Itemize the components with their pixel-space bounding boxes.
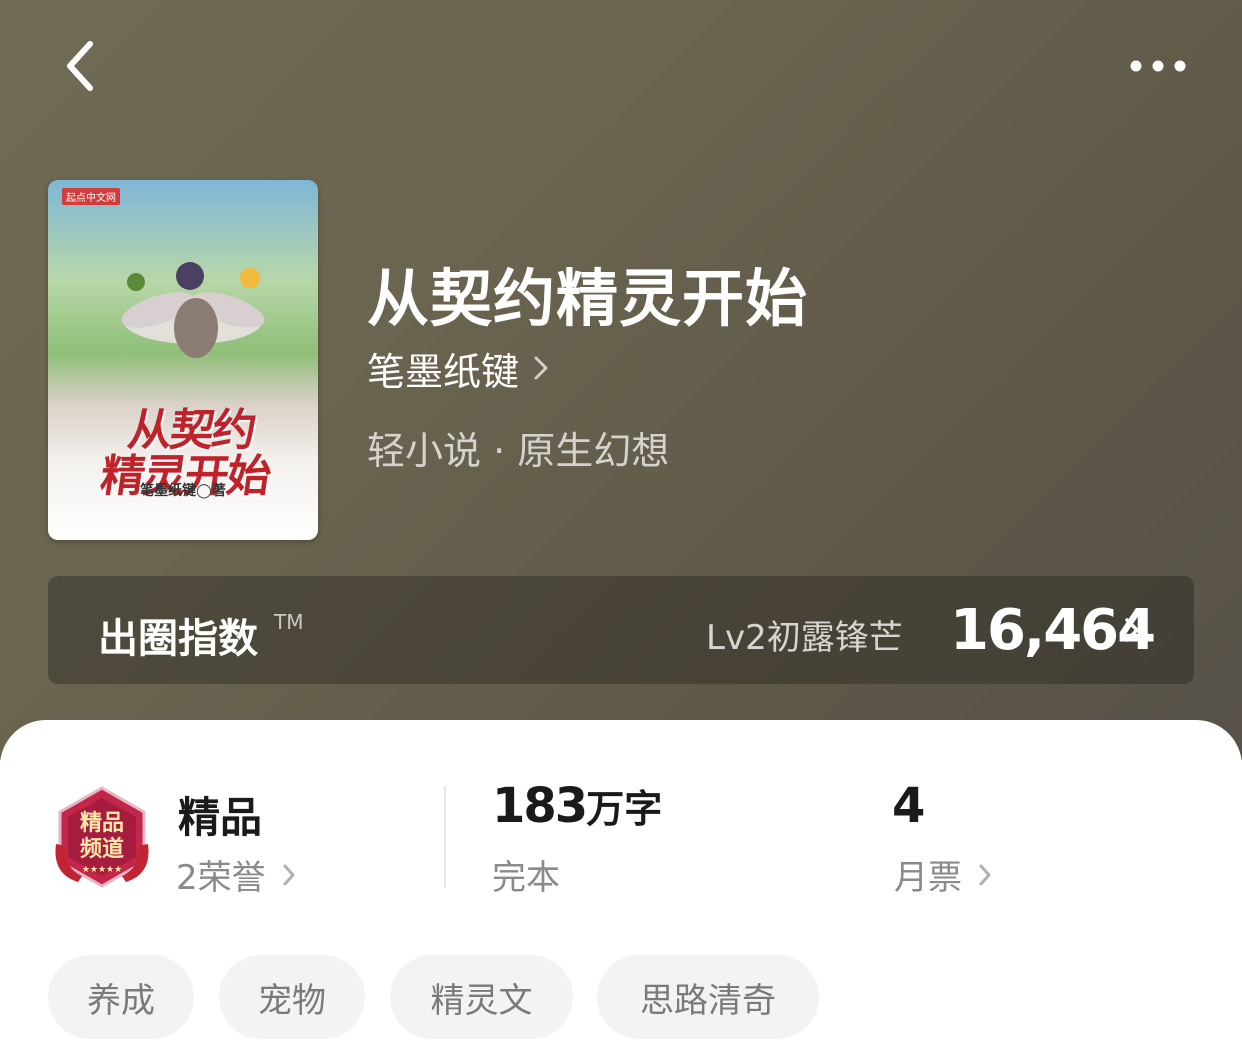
index-level: Lv2初露锋芒 <box>706 618 903 658</box>
more-options-button[interactable] <box>1118 46 1198 86</box>
cover-brand-label: 起点中文网 <box>62 188 120 205</box>
chevron-left-icon <box>67 41 93 91</box>
completion-status: 完本 <box>492 858 560 898</box>
svg-text:★★★★★: ★★★★★ <box>82 865 122 875</box>
index-label: 出圈指数 <box>98 616 258 662</box>
quality-channel-badge-icon: 精品 频道 ★★★★★ <box>55 786 149 888</box>
back-button[interactable] <box>56 36 112 96</box>
stats-divider <box>444 786 446 888</box>
monthly-tickets: 4 <box>892 778 925 834</box>
monthly-tickets-number: 4 <box>892 778 925 834</box>
author-link[interactable]: 笔墨纸键 <box>367 340 549 396</box>
chevron-right-icon <box>534 356 548 380</box>
book-cover[interactable]: 起点中文网 从契约 精灵开始 笔墨纸键◯著 <box>48 180 318 540</box>
cover-author: 笔墨纸键◯著 <box>140 483 226 499</box>
badge-text-bottom: 频道 <box>80 836 124 862</box>
book-genre: 轻小说 · 原生幻想 <box>367 429 670 473</box>
cover-illustration <box>121 262 265 358</box>
word-count-number: 183 <box>492 778 588 834</box>
author-name: 笔墨纸键 <box>367 349 520 394</box>
trademark-mark: TM <box>274 610 304 634</box>
tag-chip[interactable]: 精灵文 <box>390 955 573 1039</box>
monthly-tickets-label: 月票 <box>894 858 962 898</box>
honors-count: 2荣誉 <box>176 858 266 898</box>
chevron-right-icon <box>1125 618 1139 642</box>
cover-title-line1: 从契约 <box>124 405 258 456</box>
monthly-tickets-link[interactable]: 月票 <box>894 850 992 899</box>
book-title: 从契约精灵开始 <box>367 262 809 335</box>
honors-link[interactable]: 2荣誉 <box>176 850 296 899</box>
tag-chip[interactable]: 养成 <box>48 955 194 1039</box>
tag-chip[interactable]: 思路清奇 <box>597 955 819 1039</box>
chevron-right-icon <box>283 864 295 885</box>
tag-chip[interactable]: 宠物 <box>219 955 365 1039</box>
more-horizontal-icon <box>1130 60 1186 72</box>
word-count: 183万字 <box>492 778 662 834</box>
popularity-index-bar[interactable]: 出圈指数 TM Lv2初露锋芒 16,464 <box>48 576 1194 684</box>
chevron-right-icon <box>979 864 991 885</box>
badge-text-top: 精品 <box>80 810 124 836</box>
quality-title: 精品 <box>178 793 263 842</box>
word-count-unit: 万字 <box>586 787 663 831</box>
